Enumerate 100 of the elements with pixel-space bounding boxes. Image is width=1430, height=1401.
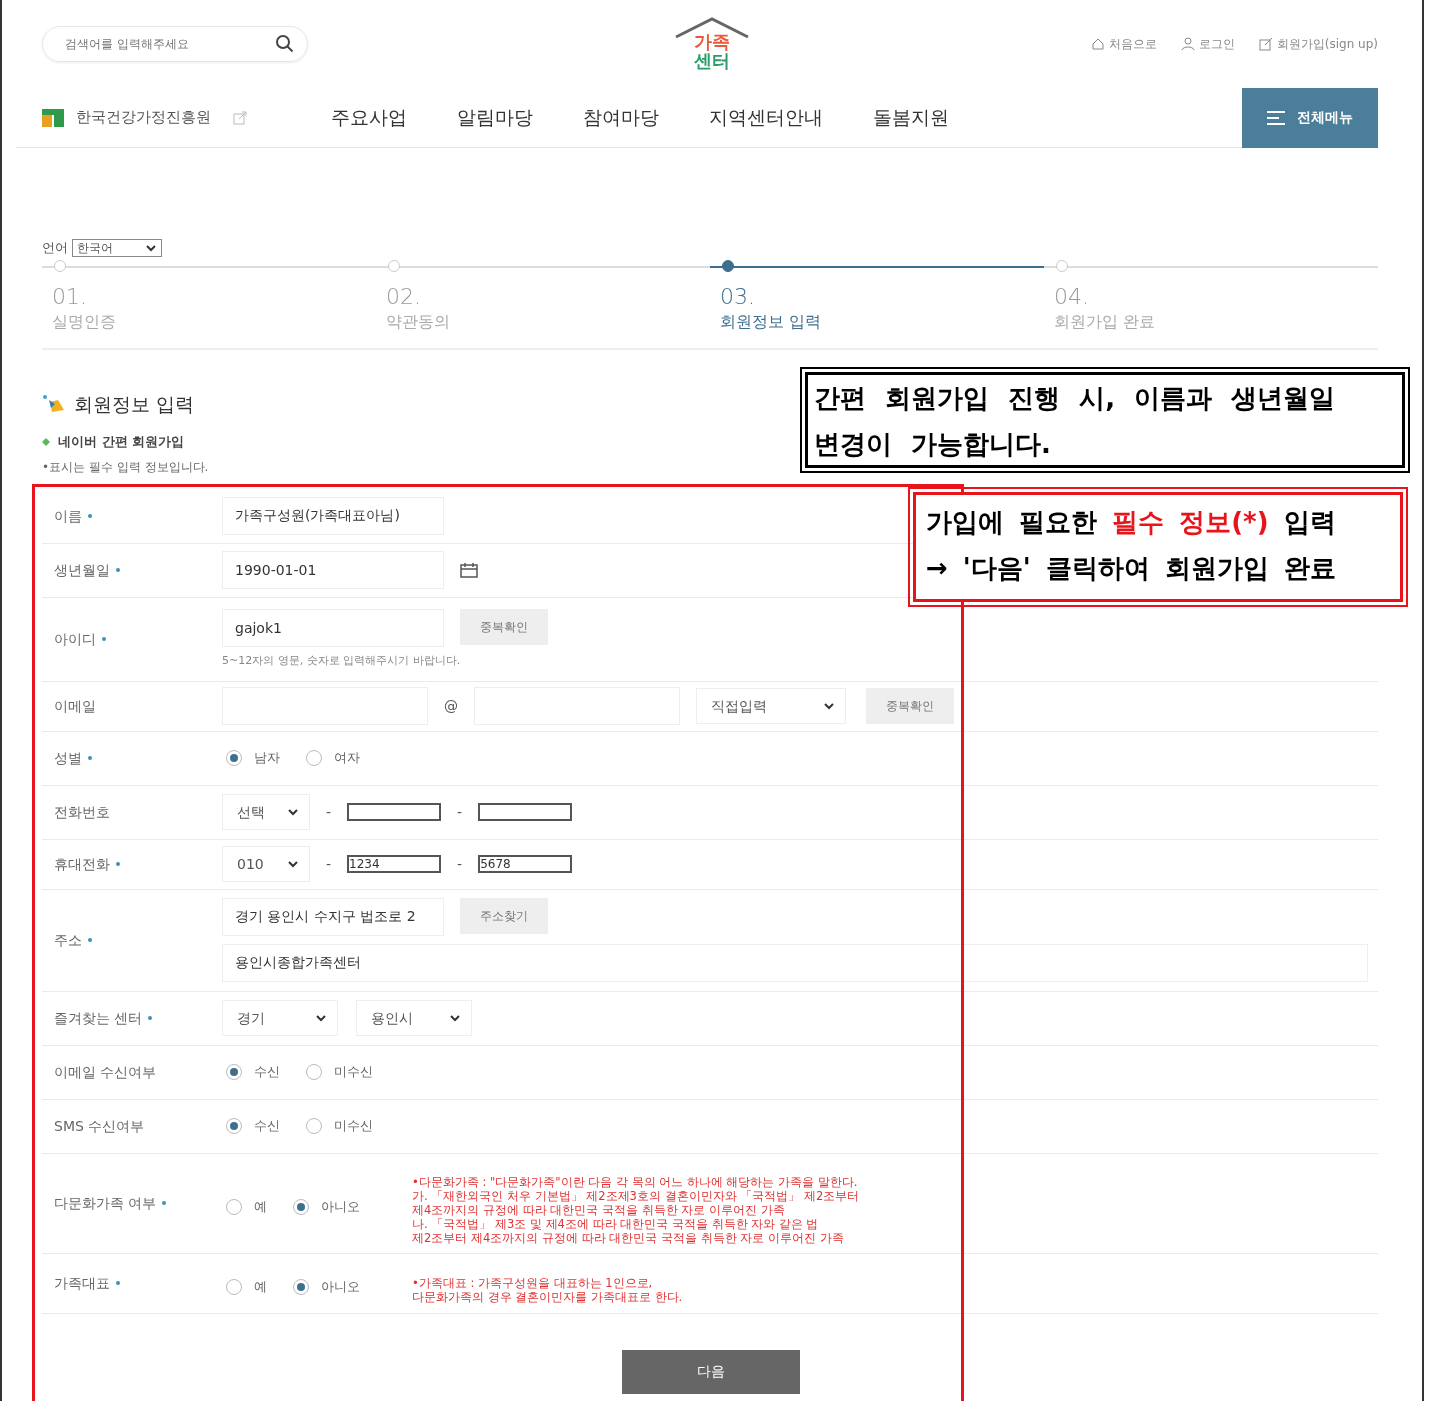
- address-search-button[interactable]: 주소찾기: [460, 898, 548, 934]
- hint-text: 5~12자의 영문, 숫자로 입력해주시기 바랍니다.: [222, 652, 462, 669]
- notice-text: •다문화가족 : "다문화가족"이란 다음 각 목의 어느 하나에 해당하는 가족을 말한다. 가. 「재한외국인 처우 기본법」 제2조제3호의 결혼이민자와 「국적법」 제2조부터 제4조까지의 규정에 따라 대한민국 국적을 취득한 자로 이루어진 가족 나. 「국적법」 제3조 및 제4조에 따라 대한민국 국적을 취득한 자와 같은 법 제2조부터 제4조까지의 규정에 따라 대한민국 국적을 취득한 자로 이루어진 가족: [412, 1175, 860, 1245]
- person-icon: [1180, 37, 1195, 51]
- nav-link[interactable]: 돌봄지원: [873, 103, 949, 132]
- radio-button[interactable]: [226, 1199, 242, 1215]
- radio-button[interactable]: [306, 750, 322, 766]
- caret-icon: [287, 807, 299, 817]
- radio-button[interactable]: [293, 1199, 309, 1215]
- caret-icon: [315, 1013, 327, 1023]
- radio-button[interactable]: [226, 1064, 242, 1080]
- radio-label: 수신: [254, 1117, 280, 1136]
- home-icon: [1090, 37, 1105, 51]
- nav-link[interactable]: 지역센터안내: [709, 103, 823, 132]
- search-icon: [275, 34, 295, 54]
- edit-icon: [1258, 37, 1273, 51]
- step-label: 실명인증: [52, 310, 117, 333]
- language-select[interactable]: 한국어: [72, 238, 162, 257]
- input-field[interactable]: 1990-01-01: [222, 551, 444, 589]
- notice-text: •가족대표 : 가족구성원을 대표하는 1인으로, 다문화가족의 경우 결혼이민자를 가족대표로 한다.: [412, 1276, 683, 1304]
- calendar-icon: [460, 562, 478, 578]
- region-select[interactable]: 용인시: [356, 1000, 472, 1036]
- field-label: 즐겨찾는 센터: [54, 1008, 143, 1028]
- all-menu-button[interactable]: 전체메뉴: [1242, 87, 1378, 148]
- required-note: •표시는 필수 입력 정보입니다.: [42, 458, 210, 476]
- field-label: 가족대표: [54, 1273, 110, 1293]
- step-label: 약관동의: [386, 310, 451, 333]
- caret-icon: [287, 859, 299, 869]
- radio-label: 예: [254, 1278, 267, 1297]
- step-number: 02.: [386, 283, 422, 310]
- org-link[interactable]: 한국건강가정진흥원: [76, 106, 211, 129]
- field-label: 휴대전화: [54, 854, 110, 874]
- dash: -: [326, 802, 332, 822]
- input-field[interactable]: 경기 용인시 수지구 법조로 2: [222, 898, 444, 936]
- callout-text: → '다음' 클릭하여 회원가입 완료: [926, 553, 1336, 583]
- input-field[interactable]: [347, 803, 442, 821]
- field-label: 아이디: [54, 629, 96, 649]
- caret-icon: [145, 242, 157, 253]
- diamond-icon: [42, 437, 50, 446]
- radio-label: 수신: [254, 1063, 280, 1082]
- step-number: 03.: [720, 283, 756, 310]
- dash: -: [326, 854, 332, 874]
- section-subtitle: 네이버 간편 회원가입: [58, 433, 185, 451]
- field-label: 생년월일: [54, 560, 110, 580]
- step-label: 회원정보 입력: [720, 310, 823, 333]
- field-label: 주소: [54, 930, 82, 950]
- dash: -: [457, 802, 463, 822]
- radio-label: 미수신: [334, 1117, 373, 1136]
- nav-link[interactable]: 참여마당: [583, 103, 659, 132]
- email-domain-select[interactable]: 직접입력: [696, 688, 846, 724]
- nav-link[interactable]: 주요사업: [331, 103, 407, 132]
- radio-label: 아니오: [321, 1278, 360, 1297]
- menu-icon: [1267, 110, 1285, 125]
- logo[interactable]: 가족 센터: [674, 17, 750, 71]
- section-icon: [42, 393, 66, 414]
- util-link[interactable]: 처음으로: [1108, 35, 1157, 53]
- input-field[interactable]: 5678: [478, 855, 573, 873]
- input-field[interactable]: [478, 803, 573, 821]
- dash: -: [457, 854, 463, 874]
- radio-button[interactable]: [293, 1279, 309, 1295]
- next-button[interactable]: 다음: [622, 1349, 800, 1394]
- radio-button[interactable]: [226, 1279, 242, 1295]
- radio-button[interactable]: [306, 1118, 322, 1134]
- region-select[interactable]: 경기: [222, 1000, 338, 1036]
- step-label: 회원가입 완료: [1054, 310, 1157, 333]
- field-label: 이름: [54, 506, 82, 526]
- callout-text: 가입에 필요한: [926, 507, 1099, 537]
- field-label: 이메일 수신여부: [54, 1062, 157, 1082]
- radio-label: 미수신: [334, 1063, 373, 1082]
- check-button[interactable]: 중복확인: [866, 688, 954, 724]
- phone-prefix-select[interactable]: 010: [222, 846, 310, 882]
- util-link[interactable]: 로그인: [1198, 35, 1235, 53]
- field-label: SMS 수신여부: [54, 1116, 145, 1136]
- search-field[interactable]: 검색어를 입력해주세요: [63, 34, 275, 54]
- check-button[interactable]: 중복확인: [460, 608, 548, 645]
- input-field[interactable]: 가족구성원(가족대표아님): [222, 497, 444, 535]
- external-link-icon: [233, 110, 247, 125]
- radio-label: 아니오: [321, 1198, 360, 1217]
- field-label: 이메일: [54, 696, 96, 716]
- caret-icon: [449, 1013, 461, 1023]
- input-field[interactable]: gajok1: [222, 608, 444, 647]
- radio-label: 여자: [334, 749, 360, 768]
- radio-label: 예: [254, 1198, 267, 1217]
- nav-link[interactable]: 알림마당: [457, 103, 533, 132]
- radio-button[interactable]: [226, 750, 242, 766]
- callout-text: 입력: [1282, 507, 1336, 537]
- phone-prefix-select[interactable]: 선택: [222, 794, 310, 830]
- language-label: 언어: [42, 239, 68, 257]
- field-label: 다문화가족 여부: [54, 1193, 157, 1213]
- input-field[interactable]: 용인시종합가족센터: [222, 944, 1368, 982]
- callout-text: 간편 회원가입 진행 시, 이름과 생년월일: [814, 383, 1336, 413]
- caret-icon: [823, 701, 835, 711]
- field-label: 성별: [54, 748, 82, 768]
- radio-button[interactable]: [306, 1064, 322, 1080]
- util-link[interactable]: 회원가입(sign up): [1276, 35, 1378, 53]
- org-logo-icon: [42, 108, 64, 127]
- callout-text: 필수 정보(*): [1112, 507, 1269, 537]
- input-field[interactable]: 1234: [347, 855, 442, 873]
- section-title: 회원정보 입력: [74, 391, 195, 417]
- radio-button[interactable]: [226, 1118, 242, 1134]
